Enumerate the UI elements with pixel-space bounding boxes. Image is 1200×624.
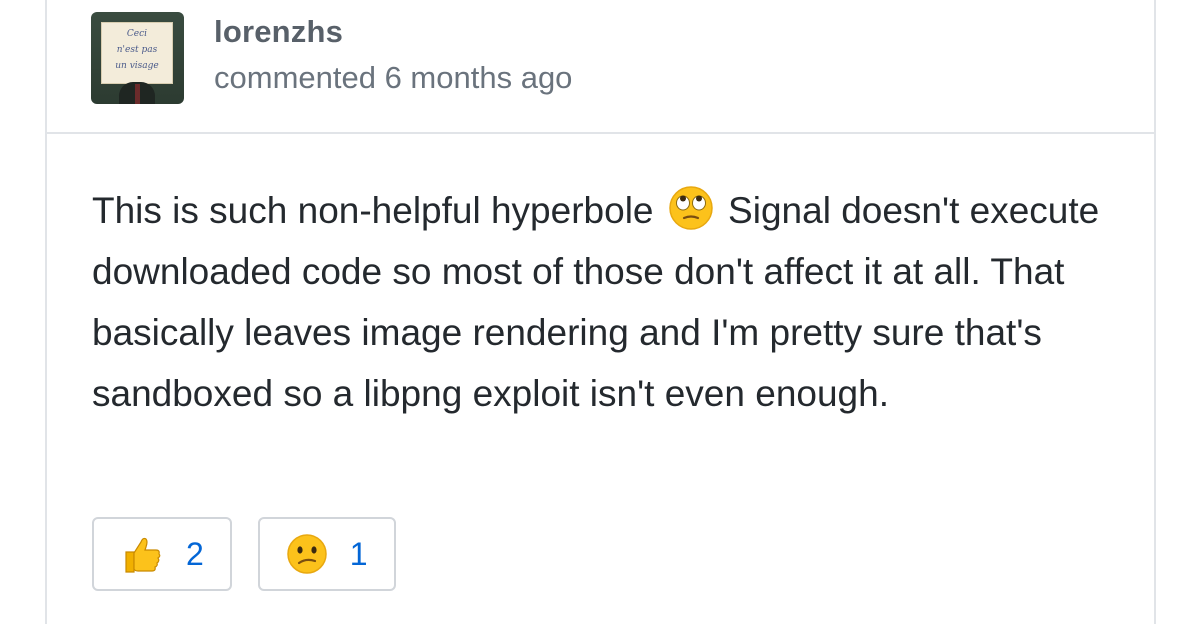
reaction-confused-count: 1 <box>349 535 368 572</box>
face-with-rolling-eyes-icon <box>669 186 713 230</box>
reaction-thumbs-up-button[interactable]: 2 <box>92 517 232 591</box>
comment-header: Ceci n'est pas un visage lorenzhs commen… <box>47 0 1154 134</box>
reaction-thumbs-up-count: 2 <box>186 535 204 572</box>
thumbs-up-icon <box>125 537 161 573</box>
avatar-tie <box>135 84 140 104</box>
author-name[interactable]: lorenzhs <box>214 14 343 50</box>
comment-card: Ceci n'est pas un visage lorenzhs commen… <box>45 0 1156 624</box>
comment-timestamp[interactable]: commented 6 months ago <box>214 60 572 96</box>
avatar[interactable]: Ceci n'est pas un visage <box>91 12 184 104</box>
comment-text-start: This is such non-helpful hyperbole <box>92 190 654 231</box>
avatar-sign-line-2: n'est pas <box>116 45 158 55</box>
reactions-bar: 2 1 <box>92 517 396 591</box>
comment-body: This is such non-helpful hyperbole Signa… <box>92 180 1112 424</box>
confused-face-icon <box>287 534 327 574</box>
avatar-sign-line-1: Ceci <box>126 29 148 39</box>
reaction-confused-button[interactable]: 1 <box>257 517 396 591</box>
avatar-sign: Ceci n'est pas un visage <box>101 22 173 84</box>
avatar-sign-line-3: un visage <box>115 61 159 71</box>
